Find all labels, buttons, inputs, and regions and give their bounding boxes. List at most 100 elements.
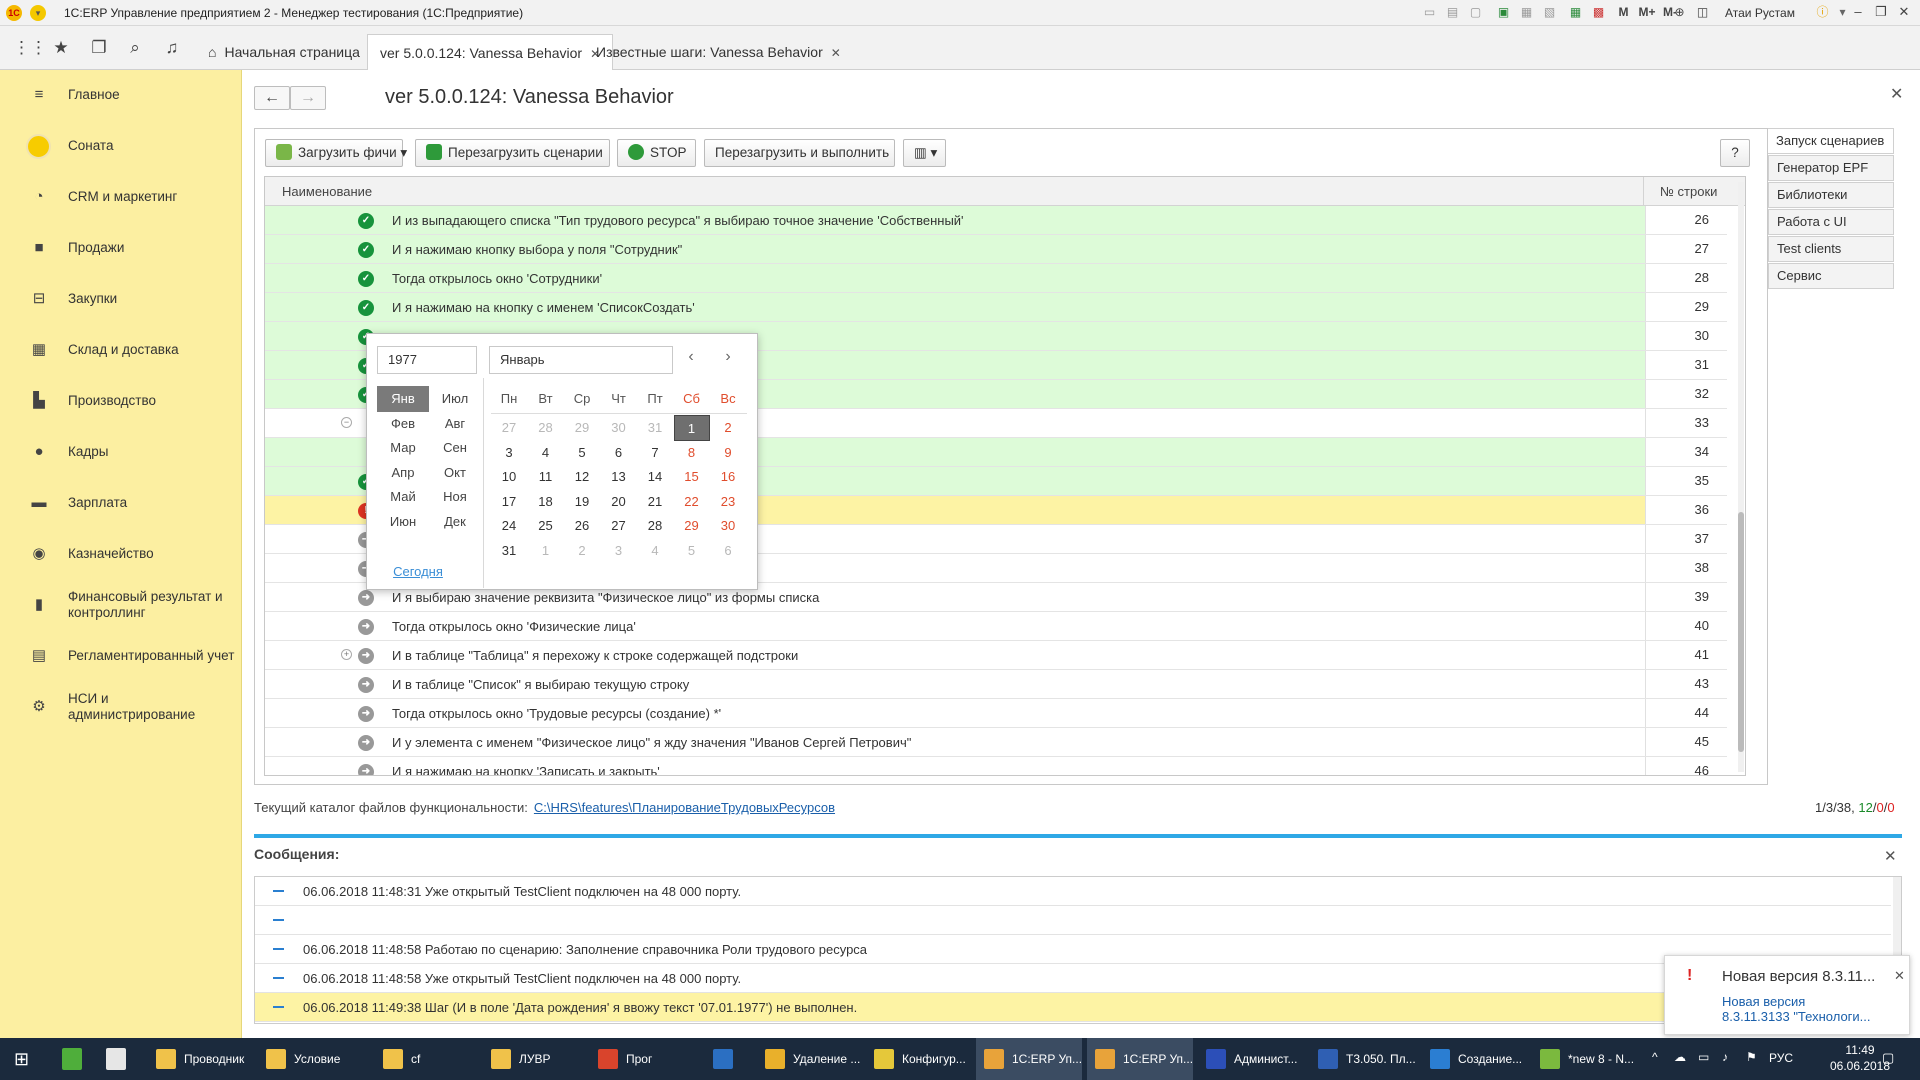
table-row[interactable]: ✓ Тогда открылось окно 'Сотрудники' 28 [265,264,1727,293]
calendar-day[interactable]: 13 [601,464,637,490]
sidebar-item-sales[interactable]: ■ Продажи [0,223,242,273]
nav-service[interactable]: Сервис [1768,263,1894,289]
month-option[interactable]: Окт [429,460,481,486]
month-option[interactable]: Апр [377,460,429,486]
calendar-day[interactable]: 30 [710,513,746,539]
nav-epf-generator[interactable]: Генератор EPF [1768,155,1894,181]
expand-icon[interactable]: + [341,649,352,660]
message-row[interactable]: 06.06.2018 11:48:58 Уже открытый TestCli… [255,964,1891,993]
close-notification-icon[interactable]: ✕ [1894,968,1905,984]
calendar-day[interactable]: 6 [601,440,637,466]
calendar-day[interactable]: 26 [564,513,600,539]
taskbar-item[interactable]: Т3.050. Пл... [1310,1038,1416,1080]
month-option[interactable]: Мар [377,435,429,461]
calculator-icon[interactable]: ▦ [1568,5,1583,20]
calendar-day[interactable]: 20 [601,489,637,515]
month-option[interactable]: Июл [429,386,481,412]
sidebar-item-purchases[interactable]: ⊟ Закупки [0,274,242,324]
calendar-day[interactable]: 28 [528,415,564,441]
tab-home[interactable]: ⌂ Начальная страница [196,34,372,70]
calendar-day[interactable]: 30 [601,415,637,441]
notification-link[interactable]: Новая версия 8.3.11.3133 "Технологи... [1722,994,1871,1024]
month-option[interactable]: Авг [429,411,481,437]
calendar-day[interactable]: 8 [674,440,710,466]
table-row[interactable]: ➜ Тогда открылось окно 'Физические лица' 4… [265,612,1727,641]
print-icon[interactable]: ▤ [1445,5,1460,20]
memory-m-plus-button[interactable]: M+ [1636,5,1658,20]
taskbar-item[interactable]: Конфигур... [866,1038,970,1080]
calendar-day[interactable]: 5 [674,538,710,564]
save-icon[interactable]: ▣ [1496,5,1511,20]
back-button[interactable]: ← [254,86,290,110]
calendar-icon[interactable]: ▩ [1591,5,1606,20]
calendar-day[interactable]: 14 [637,464,673,490]
calendar-day[interactable]: 1 [528,538,564,564]
calendar-day[interactable]: 16 [710,464,746,490]
calendar-day[interactable]: 3 [601,538,637,564]
month-option[interactable]: Май [377,484,429,510]
calendar-day[interactable]: 5 [564,440,600,466]
forward-button[interactable]: → [290,86,326,110]
sidebar-item-salary[interactable]: ▬ Зарплата [0,478,242,528]
doc-icon[interactable]: ▭ [1422,5,1437,20]
year-input[interactable]: 1977 [377,346,477,374]
month-option[interactable]: Янв [377,386,429,412]
network-icon[interactable]: ▭ [1698,1050,1709,1064]
volume-icon[interactable]: ♪ [1722,1050,1728,1064]
calendar-day[interactable]: 22 [674,489,710,515]
cloud-icon[interactable]: ☁ [1674,1050,1686,1064]
nav-test-clients[interactable]: Test clients [1768,236,1894,262]
calendar-day[interactable]: 25 [528,513,564,539]
taskbar-item[interactable]: cf [375,1038,475,1080]
sidebar-item-regulated-accounting[interactable]: ▤ Регламентированный учет [0,631,242,681]
close-form-icon[interactable]: ✕ [1890,84,1903,104]
sidebar-item-treasury[interactable]: ◉ Казначейство [0,529,242,579]
calendar-day[interactable]: 17 [491,489,527,515]
next-month-button[interactable]: › [715,346,741,368]
taskbar-item[interactable]: Админист... [1198,1038,1304,1080]
table-row[interactable]: ➜ И в таблице "Таблица" я перехожу к стро… [265,641,1727,670]
calendar-day[interactable]: 29 [564,415,600,441]
reload-scenarios-button[interactable]: Перезагрузить сценарии [415,139,610,167]
zoom-icon[interactable]: ⊕ [1672,5,1687,20]
action-center-icon[interactable]: ▢ [1882,1050,1894,1066]
history-icon[interactable]: ❐ [88,37,110,59]
close-tab-icon[interactable]: ✕ [831,46,841,60]
table-row[interactable]: ➜ И в таблице "Список" я выбираю текущую … [265,670,1727,699]
link-icon[interactable]: ▧ [1542,5,1557,20]
nav-libraries[interactable]: Библиотеки [1768,182,1894,208]
sidebar-item-finance[interactable]: ▮ Финансовый результат и контроллинг [0,580,242,630]
sidebar-item-admin[interactable]: ⚙ НСИ и администрирование [0,682,242,732]
sidebar-item-production[interactable]: ▙ Производство [0,376,242,426]
calendar-day[interactable]: 4 [637,538,673,564]
calendar-day[interactable]: 4 [528,440,564,466]
taskbar-item[interactable]: Прог [590,1038,690,1080]
calendar-day[interactable]: 27 [601,513,637,539]
sidebar-item-crm[interactable]: ◔ CRM и маркетинг [0,172,242,222]
maximize-button[interactable]: ❐ [1870,3,1892,21]
search-icon[interactable]: ⌕ [124,37,146,59]
taskbar-item[interactable]: Создание... [1422,1038,1528,1080]
taskbar-item[interactable]: Проводник [148,1038,252,1080]
month-option[interactable]: Дек [429,509,481,535]
window-close-button[interactable]: ✕ [1893,3,1915,21]
flag-icon[interactable]: ⚑ [1746,1050,1757,1064]
table-row[interactable]: ✓ И из выпадающего списка "Тип трудового … [265,206,1727,235]
sidebar-item-sonata[interactable]: Соната [0,121,242,171]
message-row[interactable]: 06.06.2018 11:48:58 Работаю по сценарию:… [255,935,1891,964]
reload-and-run-button[interactable]: Перезагрузить и выполнить [704,139,895,167]
sidebar-item-warehouse[interactable]: ▦ Склад и доставка [0,325,242,375]
close-messages-icon[interactable]: ✕ [1884,847,1897,865]
columns-menu-button[interactable]: ▥ ▾ [903,139,946,167]
notepad-pin-icon[interactable] [62,1048,82,1070]
table-scrollbar[interactable] [1738,182,1744,772]
taskbar-item[interactable]: 1С:ERP Уп... [1087,1038,1193,1080]
calendar-day[interactable]: 10 [491,464,527,490]
taskbar-item[interactable]: Условие [258,1038,368,1080]
calendar-day[interactable]: 19 [564,489,600,515]
minimize-button[interactable]: – [1847,3,1869,21]
column-header-name[interactable]: Наименование [282,184,372,199]
load-features-button[interactable]: Загрузить фичи ▾ [265,139,407,167]
month-option[interactable]: Фев [377,411,429,437]
collapse-icon[interactable]: − [341,417,352,428]
